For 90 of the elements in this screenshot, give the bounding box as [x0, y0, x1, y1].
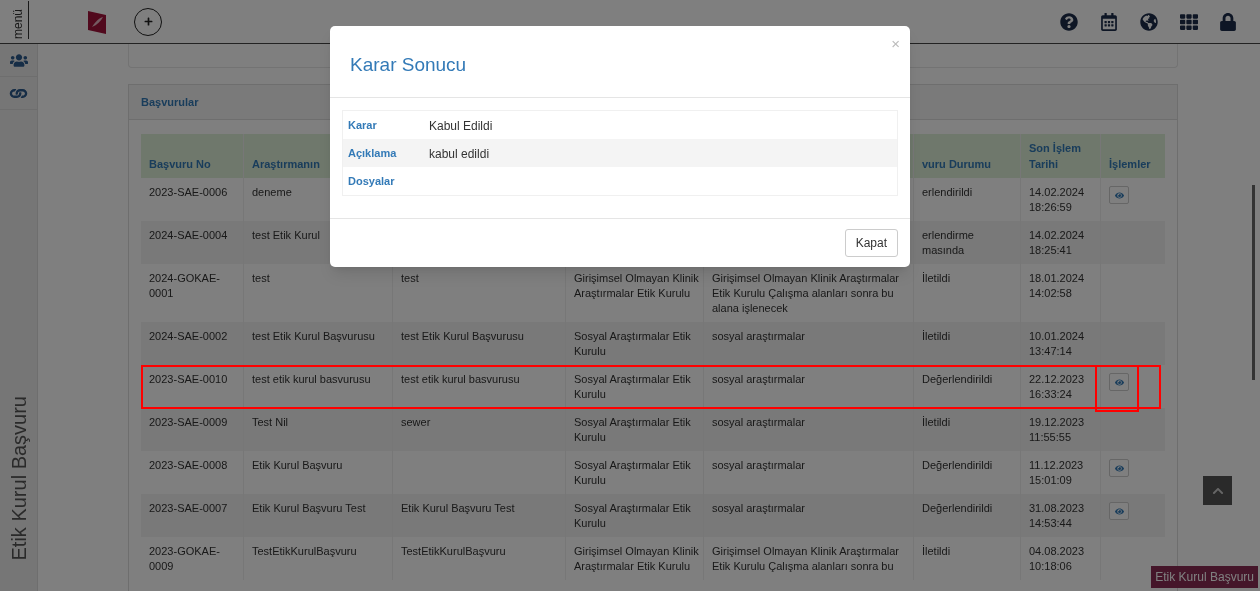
table-cell-text: test — [252, 271, 271, 286]
table-cell-text: TestEtikKurulBaşvuru — [252, 544, 358, 559]
table-cell-text: 2024-SAE-0002 — [149, 329, 229, 344]
field-label: Dosyalar — [347, 174, 396, 189]
table-cell-text: İletildi — [922, 271, 952, 286]
table-cell-text: 04.08.2023 10:18:06 — [1029, 544, 1086, 574]
sidebar-title: Etik Kurul Başvuru — [6, 396, 31, 561]
column-header: Başvuru No — [149, 157, 211, 172]
table-cell-text: Sosyal Araştırmalar Etik Kurulu — [574, 329, 692, 359]
table-cell-text: İletildi — [922, 329, 952, 344]
grid-icon[interactable] — [1180, 12, 1198, 31]
column-header: Araştırmanın — [252, 157, 320, 172]
view-button[interactable] — [1109, 502, 1129, 520]
eye-icon — [1114, 377, 1124, 387]
scroll-top-button[interactable] — [1203, 476, 1232, 505]
table-cell-text: test Etik Kurul Başvurusu — [252, 329, 376, 344]
table-cell-text: 2023-SAE-0010 — [149, 372, 229, 387]
calendar-icon[interactable] — [1100, 12, 1118, 31]
table-cell-text: sewer — [401, 415, 432, 430]
table-cell-text: İletildi — [922, 415, 952, 430]
lock-icon[interactable] — [1220, 12, 1236, 31]
eye-icon — [1114, 506, 1124, 516]
table-cell-text: 2023-SAE-0006 — [149, 185, 229, 200]
table-cell-text: Değerlendirildi — [922, 501, 994, 516]
table-cell-text: Girişimsel Olmayan Klinik Araştırmalar Etik Kurulu Çalışma alanları sonra bu — [712, 544, 901, 574]
table-cell-text: test etik kurul basvurusu — [252, 372, 372, 387]
table-cell-text: 2024-GOKAE-0001 — [149, 271, 221, 301]
view-button[interactable] — [1109, 186, 1129, 204]
table-cell-text: Test Nil — [252, 415, 290, 430]
table-cell-text: 2023-GOKAE-0009 — [149, 544, 221, 574]
menu-label[interactable]: menü — [9, 1, 29, 39]
eye-icon — [1114, 463, 1124, 473]
field-label: Karar — [347, 118, 378, 133]
table-cell-text: sosyal araştırmalar — [712, 415, 806, 430]
scrollbar[interactable] — [1252, 185, 1255, 380]
table-cell-text: Girişimsel Olmayan Klinik Araştırmalar Etik Kurulu — [574, 271, 700, 301]
table-cell-text: 31.08.2023 14:53:44 — [1029, 501, 1086, 531]
table-cell-text: test etik kurul basvurusu — [401, 372, 521, 387]
table-cell-text: 2023-SAE-0007 — [149, 501, 229, 516]
modal-title: Karar Sonucu — [350, 53, 467, 78]
plus-icon — [143, 17, 153, 26]
help-icon[interactable] — [1060, 12, 1078, 31]
table-cell-text: İletildi — [922, 544, 952, 559]
table-cell-text: Girişimsel Olmayan Klinik Araştırmalar Etik Kurulu — [574, 544, 700, 574]
table-cell-text: 22.12.2023 16:33:24 — [1029, 372, 1086, 402]
table-cell-text: 2023-SAE-0009 — [149, 415, 229, 430]
view-button[interactable] — [1109, 373, 1129, 391]
table-cell-text: Sosyal Araştırmalar Etik Kurulu — [574, 415, 692, 445]
table-cell-text: 18.01.2024 14:02:58 — [1029, 271, 1086, 301]
table-cell-text: Etik Kurul Başvuru Test — [252, 501, 367, 516]
table-cell-text: Değerlendirildi — [922, 458, 994, 473]
table-cell-text: Sosyal Araştırmalar Etik Kurulu — [574, 458, 692, 488]
table-cell-text: 14.02.2024 18:25:41 — [1029, 228, 1086, 258]
table-cell-text: sosyal araştırmalar — [712, 372, 806, 387]
close-dialog-button[interactable]: Kapat — [844, 229, 898, 257]
table-cell-text: Girişimsel Olmayan Klinik Araştırmalar Etik Kurulu Çalışma alanları sonra bu alana işlenecek — [712, 271, 901, 316]
column-header: vuru Durumu — [922, 157, 992, 172]
table-cell-text: test Etik Kurul — [252, 228, 321, 243]
field-value: Kabul Edildi — [429, 118, 493, 135]
table-cell-text: 11.12.2023 15:01:09 — [1029, 458, 1085, 488]
table-cell-text: 14.02.2024 18:26:59 — [1029, 185, 1086, 215]
eye-icon — [1114, 190, 1124, 200]
field-label: Açıklama — [347, 146, 398, 161]
table-cell-text: 19.12.2023 11:55:55 — [1029, 415, 1086, 445]
globe-icon[interactable] — [1140, 12, 1158, 31]
field-value: kabul edildi — [429, 146, 490, 163]
column-header: İşlemler — [1109, 157, 1151, 172]
table-cell-text: Değerlendirildi — [922, 372, 994, 387]
table-cell-text: deneme — [252, 185, 293, 200]
table-cell-text: Etik Kurul Başvuru Test — [401, 501, 516, 516]
table-cell-text: 2023-SAE-0008 — [149, 458, 229, 473]
table-cell-text: TestEtikKurulBaşvuru — [401, 544, 507, 559]
column-header: Son İşlem Tarihi — [1029, 141, 1082, 172]
panel-title: Başvurular — [141, 94, 199, 110]
table-cell-text: sosyal araştırmalar — [712, 501, 806, 516]
table-cell-text: erlendirme masında — [922, 228, 975, 258]
view-button[interactable] — [1109, 459, 1129, 477]
table-cell-text: test — [401, 271, 420, 286]
table-cell-text: Sosyal Araştırmalar Etik Kurulu — [574, 372, 692, 402]
table-cell-text: sosyal araştırmalar — [712, 329, 806, 344]
floating-tag[interactable]: Etik Kurul Başvuru — [1151, 566, 1258, 588]
table-cell-text: 10.01.2024 13:47:14 — [1029, 329, 1086, 359]
logo-icon — [86, 8, 108, 35]
table-cell-text: Etik Kurul Başvuru — [252, 458, 344, 473]
table-cell-text: 2024-SAE-0004 — [149, 228, 229, 243]
users-icon[interactable] — [9, 52, 28, 68]
table-cell-text: test Etik Kurul Başvurusu — [401, 329, 525, 344]
table-cell-text: Sosyal Araştırmalar Etik Kurulu — [574, 501, 692, 531]
table-cell-text: sosyal araştırmalar — [712, 458, 806, 473]
table-cell-text: erlendirildi — [922, 185, 974, 200]
